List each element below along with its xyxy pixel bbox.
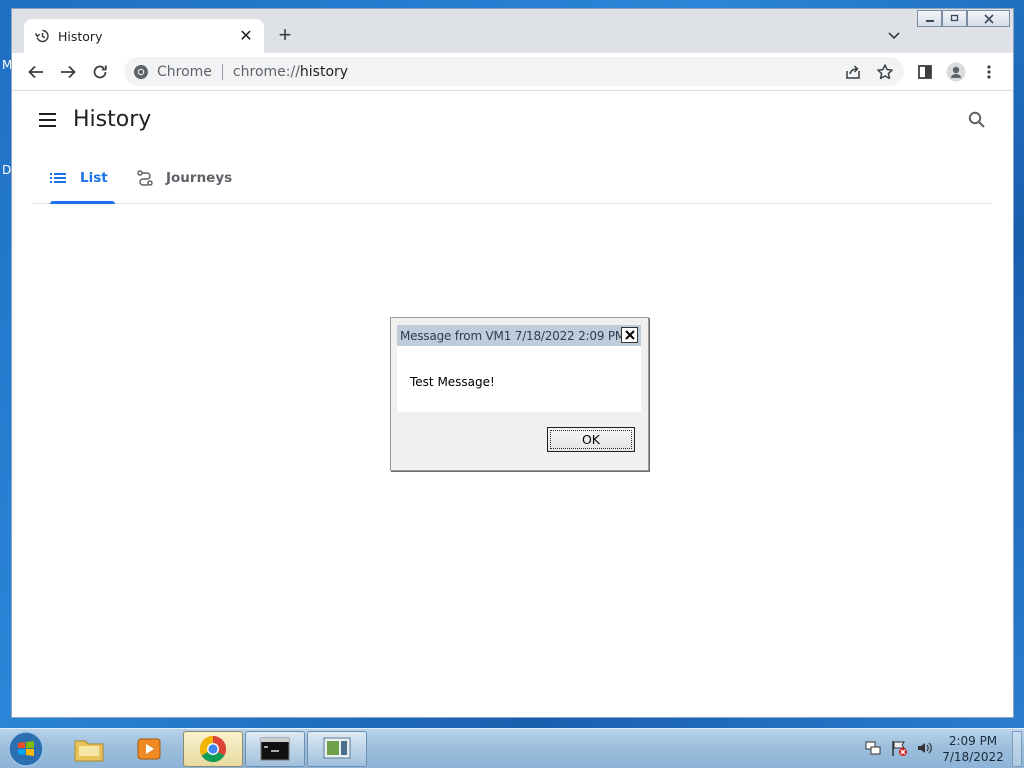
- site-label: Chrome: [157, 63, 212, 80]
- restore-button[interactable]: [942, 10, 967, 27]
- reload-icon[interactable]: [90, 62, 110, 82]
- dialog-title-bar[interactable]: Message from VM1 7/18/2022 2:09 PM: [397, 325, 641, 346]
- history-tabs: List Journeys: [32, 152, 992, 204]
- chrome-icon: [199, 735, 227, 763]
- tab-journeys[interactable]: Journeys: [136, 152, 236, 203]
- message-dialog: Message from VM1 7/18/2022 2:09 PM Test …: [390, 317, 649, 471]
- list-icon: [50, 169, 68, 187]
- remote-desktop-icon: [323, 737, 351, 759]
- history-icon: [34, 28, 50, 44]
- tab-list[interactable]: List: [50, 152, 115, 204]
- page-title: History: [73, 107, 152, 132]
- media-player-icon: [137, 738, 161, 760]
- window-controls: [917, 10, 1010, 27]
- close-window-button[interactable]: [967, 10, 1010, 27]
- tab-history[interactable]: History ✕: [24, 19, 264, 53]
- bookmark-star-icon[interactable]: [875, 62, 895, 82]
- dialog-message: Test Message!: [410, 375, 495, 389]
- forward-arrow-icon[interactable]: [58, 62, 78, 82]
- tab-search-chevron-icon[interactable]: [886, 27, 902, 43]
- ok-button[interactable]: OK: [547, 427, 635, 452]
- network-icon[interactable]: [864, 739, 882, 757]
- journeys-icon: [136, 169, 154, 187]
- tab-list-label: List: [80, 169, 108, 186]
- url-text[interactable]: chrome://history: [233, 64, 348, 80]
- omnibox-divider: [221, 63, 223, 80]
- close-tab-icon[interactable]: ✕: [238, 26, 254, 46]
- taskbar-remote-desktop[interactable]: [307, 731, 367, 767]
- back-arrow-icon[interactable]: [26, 62, 46, 82]
- minimize-button[interactable]: [917, 10, 942, 27]
- clock-date: 7/18/2022: [942, 750, 1004, 764]
- url-scheme: chrome://: [232, 63, 300, 80]
- volume-icon[interactable]: [916, 739, 934, 757]
- desktop-icon-label-fragment: D: [2, 163, 12, 177]
- action-center-flag-icon[interactable]: [890, 739, 908, 757]
- dialog-close-button[interactable]: [621, 327, 638, 343]
- browser-toolbar: Chrome chrome://history: [12, 53, 1013, 91]
- command-prompt-icon: [260, 737, 290, 761]
- dialog-title: Message from VM1 7/18/2022 2:09 PM: [400, 328, 626, 343]
- hamburger-menu-icon[interactable]: [38, 112, 58, 128]
- more-menu-icon[interactable]: [979, 62, 999, 82]
- search-icon[interactable]: [967, 110, 987, 130]
- system-clock[interactable]: 2:09 PM 7/18/2022: [940, 733, 1006, 765]
- taskbar-chrome[interactable]: [183, 731, 243, 767]
- side-panel-icon[interactable]: [915, 62, 935, 82]
- folder-icon: [74, 740, 104, 762]
- profile-avatar-icon[interactable]: [946, 62, 966, 82]
- tab-strip: History ✕ +: [12, 9, 1013, 53]
- taskbar-command-prompt[interactable]: [245, 731, 305, 767]
- address-bar[interactable]: Chrome chrome://history: [124, 57, 904, 86]
- close-icon: [624, 330, 635, 340]
- system-tray: [864, 739, 934, 757]
- active-tab-indicator: [50, 201, 115, 204]
- taskbar-file-explorer[interactable]: [59, 731, 119, 767]
- new-tab-button[interactable]: +: [274, 24, 296, 47]
- windows-logo-icon: [8, 731, 44, 767]
- show-desktop-button[interactable]: [1012, 731, 1022, 767]
- share-icon[interactable]: [843, 62, 863, 82]
- tab-journeys-label: Journeys: [166, 169, 233, 186]
- url-host: history: [299, 63, 349, 80]
- dialog-body: Test Message!: [397, 346, 641, 412]
- site-info-chip[interactable]: Chrome: [133, 64, 212, 80]
- taskbar: 2:09 PM 7/18/2022: [0, 728, 1024, 768]
- clock-time: 2:09 PM: [948, 734, 998, 748]
- start-button[interactable]: [6, 730, 46, 768]
- taskbar-media-player[interactable]: [119, 731, 179, 767]
- chrome-logo-icon: [134, 64, 148, 79]
- tab-title: History: [58, 28, 103, 44]
